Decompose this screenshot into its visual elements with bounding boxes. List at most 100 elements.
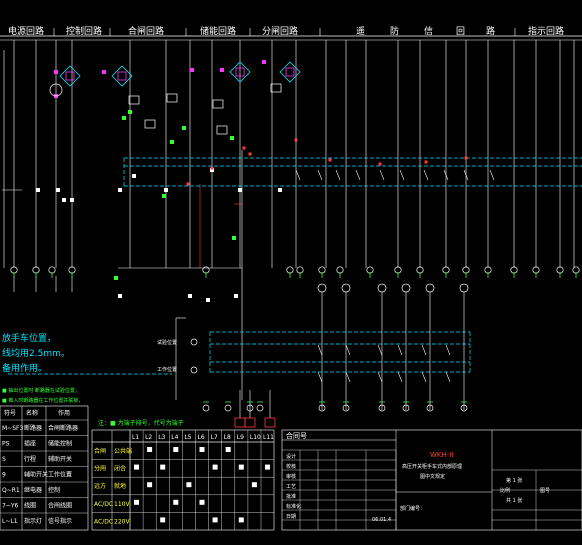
indicator-lamp (341, 283, 351, 293)
red-marker (248, 152, 252, 156)
marker (262, 60, 266, 64)
terminal-block (170, 140, 174, 144)
indicator-lamp (425, 283, 435, 293)
sw-mark (225, 447, 231, 452)
sw-row-sublabel: 110V (114, 501, 130, 508)
terminal-block (114, 276, 118, 280)
terminal-block (232, 236, 236, 240)
indicator-lamp (459, 283, 469, 293)
sw-mark (212, 517, 218, 523)
legend-cell-name: 行程 (24, 455, 36, 463)
switch-contact (345, 344, 351, 356)
title-cell-label: 日期 (286, 514, 296, 520)
legend-cell-name: 辅助开关 (24, 471, 48, 479)
relay-coil (212, 99, 224, 109)
title-drawing-line-1: 高压开关柜手车式内部原理 (402, 463, 462, 470)
switch-contact (423, 169, 429, 181)
legend-cell-function: 工作位置 (48, 471, 72, 479)
legend-cell-function: 合闸断路器 (48, 424, 78, 432)
title-contract-label: 合同号 (286, 431, 307, 440)
switch-contact (345, 371, 351, 383)
sw-header-cell: L10 (250, 434, 261, 441)
indicator-lamp (377, 283, 387, 293)
terminal-block (118, 294, 122, 298)
sw-mark (147, 447, 153, 452)
switch-contact (355, 169, 361, 181)
sw-mark (186, 482, 192, 488)
marker (102, 70, 106, 74)
note-line-3: 备用作用。 (2, 362, 47, 374)
sw-row-sublabel: 闭合 (114, 465, 126, 473)
sw-row-label: AC/DC (94, 518, 113, 525)
sw-header-cell: L1 (132, 434, 139, 441)
sw-row-sublabel: 公共端 (114, 447, 132, 455)
title-sheet-no: 第 1 张 (506, 477, 522, 484)
sw-header-cell: L9 (237, 434, 244, 441)
sw-mark (199, 447, 205, 452)
sw-header-cell: L5 (184, 434, 191, 441)
sw-mark (134, 499, 139, 505)
rectifier-core (65, 71, 75, 81)
sw-mark (212, 464, 218, 470)
switch-contact (445, 371, 451, 383)
legend-cell-symbol: M~SF3 (2, 425, 23, 432)
legend-cell-symbol: L~L1 (2, 518, 18, 525)
header-section-control: 控制回路 (66, 25, 102, 37)
terminal-group (10, 266, 580, 428)
legend-cell-function: 辅助开关 (48, 455, 72, 463)
sw-row-sublabel: 就地 (114, 482, 126, 490)
legend-cell-function: 信号指示 (48, 517, 72, 525)
sw-mark (238, 517, 244, 523)
legend-header-symbol: 符号 (4, 409, 16, 417)
marker (54, 70, 58, 74)
label-work-position: 工作位置 (157, 366, 177, 373)
title-cell-label: 标准化 (286, 503, 301, 510)
sw-header-cell: L11 (263, 434, 274, 441)
wiring-group (0, 39, 582, 418)
title-block: 合同号 WKH-II 高压开关柜手车式内部原理 图中文规定 部门编号： 06.0… (281, 429, 582, 531)
bottom-terminal (202, 404, 210, 412)
sw-header-cell: L2 (145, 434, 152, 441)
switch-contact (397, 371, 403, 383)
red-marker (464, 156, 468, 160)
terminal-block (206, 298, 210, 302)
relay-coil (144, 119, 156, 129)
relay-coil (216, 125, 228, 135)
terminal-block (122, 116, 126, 120)
red-marker (294, 138, 298, 142)
switch-contact (397, 344, 403, 356)
switch-contact (295, 169, 301, 181)
sw-header-cell: L4 (171, 434, 178, 441)
title-drawing-line-2: 图中文规定 (420, 473, 445, 480)
sw-row-label: 分闸 (94, 465, 106, 473)
legend-cell-name: 指示灯 (24, 517, 42, 525)
legend-cell-symbol: S (2, 456, 6, 463)
sw-mark (147, 482, 153, 488)
sw-mark (160, 464, 166, 470)
sw-mark (251, 482, 257, 488)
terminal-block (70, 198, 74, 202)
title-scale-label: 比例 (500, 487, 510, 494)
sw-mark (173, 499, 179, 505)
legend-header-function: 作用 (58, 409, 70, 417)
title-cell-label: 批准 (286, 493, 296, 500)
note-green-2: ■ 推入时断路器在工作位置并联锁， (2, 397, 83, 404)
bridge-rectifier (279, 61, 301, 83)
sw-header-cell: L6 (198, 434, 205, 441)
title-department: 部门编号： (400, 505, 425, 512)
red-marker (328, 158, 332, 162)
terminal-block (188, 294, 192, 298)
header-section-remote: 遥 (356, 25, 365, 37)
note-line-2: 线均用2.5mm。 (2, 347, 70, 359)
title-cell-label: 审核 (286, 473, 296, 480)
header-section-power: 电源回路 (8, 25, 44, 37)
terminal-block (162, 194, 166, 198)
legend-cell-function: 合闸线圈 (48, 502, 72, 510)
terminal-block (36, 188, 40, 192)
test-plug (234, 417, 246, 428)
electrical-schematic: 电源回路 控制回路 合闸回路 储能回路 分闸回路 遥 防 信 回 路 指示回路 … (0, 25, 582, 531)
switch-contact (421, 371, 427, 383)
switch-contact (399, 169, 405, 181)
rectifier-core (285, 67, 295, 77)
title-cell-label: 设计 (286, 453, 296, 460)
